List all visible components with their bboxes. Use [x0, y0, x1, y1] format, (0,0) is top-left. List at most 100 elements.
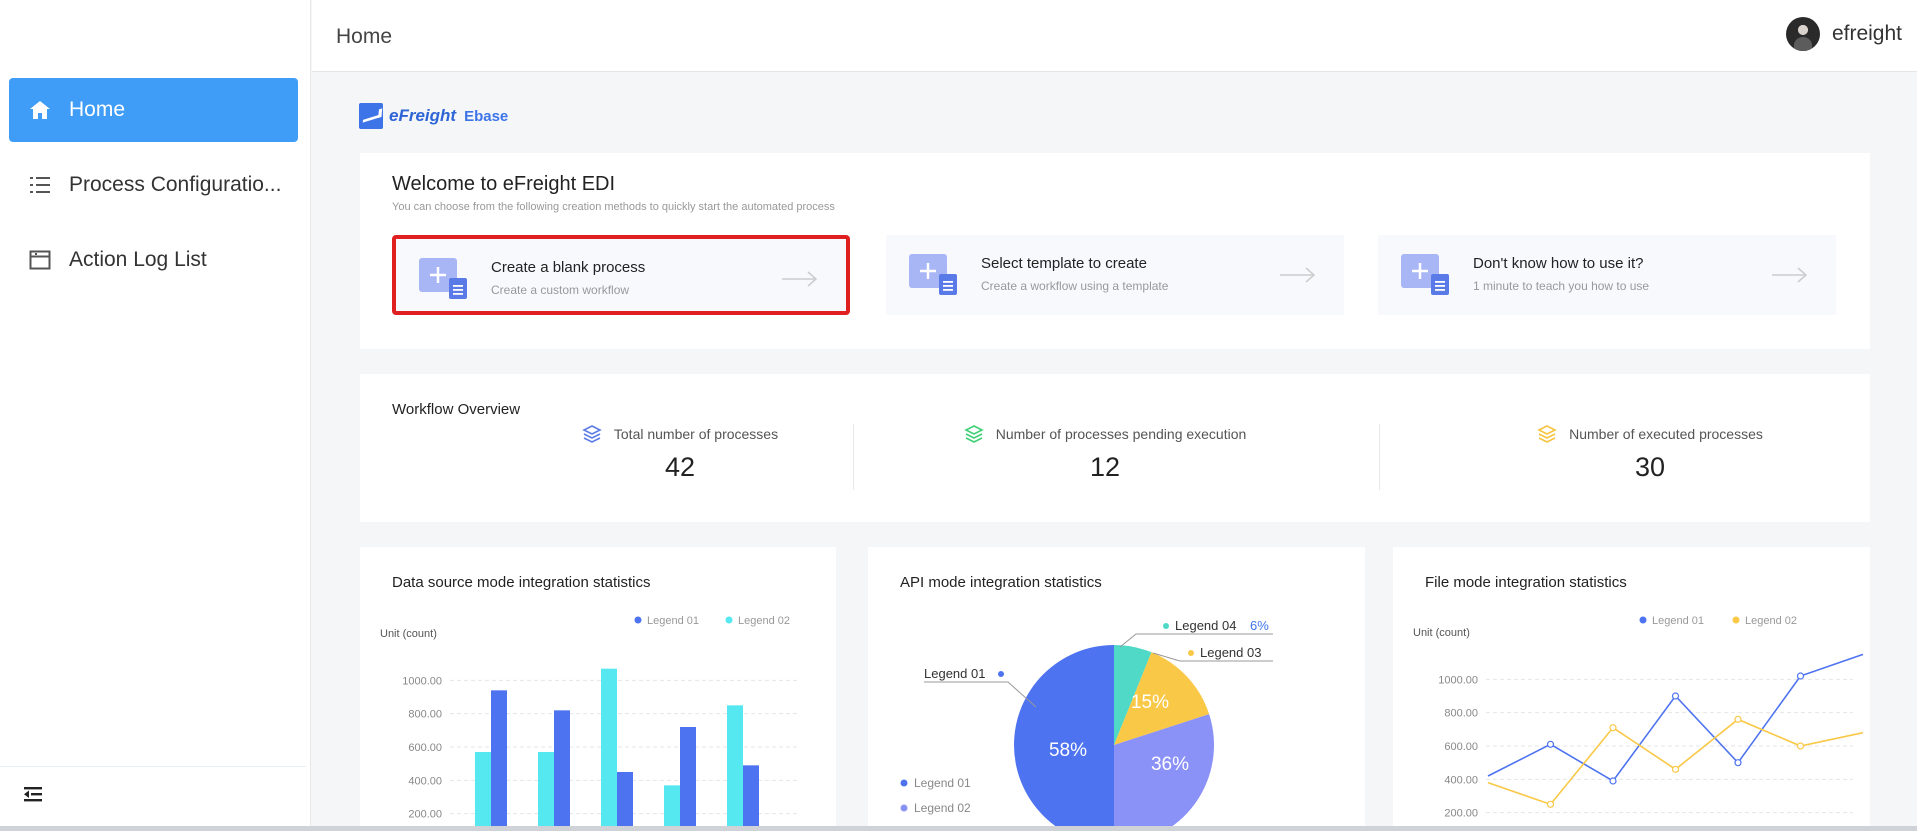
callout-marker — [998, 671, 1004, 677]
arrow-right-icon — [1280, 267, 1316, 283]
bar-chart: Unit (count) 1000.00 800.00 600.00 400.00 200… — [380, 615, 800, 831]
y-tick-label: 400.00 — [408, 775, 442, 787]
bar-legend-02 — [475, 752, 491, 831]
option-subtitle: 1 minute to teach you how to use — [1473, 279, 1650, 293]
line-point — [1734, 715, 1742, 723]
app-root: Home Process Configuratio... Action Log … — [0, 0, 1917, 831]
brand-name: eFreight — [389, 106, 457, 125]
pie-slice — [1014, 645, 1114, 831]
stat-divider — [1379, 424, 1380, 490]
file-mode-chart-card: File mode integration statistics Unit (c… — [1393, 547, 1870, 831]
workflow-overview-card: Workflow Overview Total number of proces… — [360, 374, 1870, 522]
list-icon — [28, 173, 52, 197]
stat-divider — [853, 424, 854, 490]
stat-label: Total number of processes — [613, 426, 779, 442]
sidebar-item-action-log-list[interactable]: Action Log List — [9, 228, 298, 292]
data-source-chart-card: Data source mode integration statistics … — [360, 547, 836, 831]
welcome-card: Welcome to eFreight EDI You can choose f… — [360, 153, 1870, 349]
legend-marker — [1639, 616, 1647, 624]
line-point — [1609, 724, 1617, 732]
stat-executed-processes: Number of executed processes 30 — [1500, 424, 1800, 498]
home-icon — [28, 98, 52, 122]
legend-marker — [634, 616, 642, 624]
layers-icon — [582, 425, 602, 443]
option-title: Create a blank process — [491, 259, 646, 276]
brand-product: Ebase — [464, 107, 509, 125]
y-tick-label: 400.00 — [1444, 774, 1478, 786]
arrow-right-icon — [782, 271, 818, 287]
legend-marker — [900, 804, 908, 812]
bar-legend-02 — [538, 752, 554, 831]
bar-legend-02 — [664, 785, 680, 831]
stat-total-processes: Total number of processes 42 — [530, 424, 830, 498]
stat-pending-processes: Number of processes pending execution 12 — [945, 424, 1265, 498]
api-chart-card: API mode integration statistics 58% 36% 15… — [868, 547, 1365, 831]
y-tick-label: 600.00 — [1444, 741, 1478, 753]
option-subtitle: Create a workflow using a template — [981, 279, 1169, 293]
collapse-menu-icon[interactable] — [22, 783, 44, 805]
legend-label: Legend 02 — [1745, 615, 1797, 627]
window-bottom-edge — [0, 826, 1917, 831]
line-point — [1796, 672, 1805, 680]
username[interactable]: efreight — [1832, 22, 1902, 46]
callout-label: Legend 01 — [924, 666, 985, 681]
bar-legend-01 — [491, 690, 507, 831]
line-point — [1671, 765, 1680, 773]
overview-title: Workflow Overview — [392, 401, 521, 418]
select-template-option[interactable]: Select template to create Create a workf… — [886, 235, 1344, 315]
bar-legend-01 — [743, 765, 759, 831]
window-icon — [28, 248, 52, 272]
add-document-icon — [419, 258, 467, 299]
y-tick-label: 200.00 — [408, 809, 442, 821]
top-header: Home efreight — [312, 0, 1917, 72]
y-axis-label: Unit (count) — [380, 628, 437, 640]
bar-legend-01 — [680, 727, 696, 831]
create-blank-process-option[interactable]: Create a blank process Create a custom w… — [392, 235, 850, 315]
line-legend-01 — [1487, 653, 1864, 783]
line-point — [1796, 742, 1805, 750]
add-document-icon — [909, 254, 957, 295]
arrow-right-icon — [1772, 267, 1808, 283]
pie-slice-label: 15% — [1131, 692, 1169, 713]
bar-legend-01 — [617, 772, 633, 831]
y-tick-label: 1000.00 — [402, 675, 442, 687]
y-axis-label: Unit (count) — [1413, 627, 1470, 639]
y-tick-label: 800.00 — [408, 709, 442, 721]
pie-slice-label: 36% — [1151, 754, 1189, 775]
sidebar-item-home[interactable]: Home — [9, 78, 298, 142]
callout-line — [924, 681, 1037, 708]
stat-value: 42 — [664, 452, 696, 482]
sidebar-item-process-configuration[interactable]: Process Configuratio... — [9, 153, 298, 217]
option-subtitle: Create a custom workflow — [491, 283, 630, 297]
legend-label: Legend 01 — [914, 776, 971, 790]
bar-legend-02 — [601, 668, 617, 831]
welcome-subtitle: You can choose from the following creati… — [392, 201, 835, 213]
breadcrumb[interactable]: Home — [336, 25, 392, 49]
y-tick-label: 200.00 — [1444, 808, 1478, 820]
legend-label: Legend 02 — [914, 801, 971, 815]
callout-label: Legend 03 — [1200, 645, 1261, 660]
legend-label: Legend 01 — [647, 615, 699, 627]
legend-marker — [1732, 616, 1740, 624]
legend-marker — [900, 779, 908, 787]
main-content: eFreight Ebase Welcome to eFreight EDI Y… — [312, 73, 1917, 831]
stat-label: Number of processes pending execution — [995, 426, 1247, 442]
layers-icon — [1537, 425, 1557, 443]
legend-label: Legend 01 — [1652, 615, 1704, 627]
callout-value: 6% — [1250, 618, 1269, 633]
line-legend-02 — [1487, 718, 1864, 806]
y-tick-label: 1000.00 — [1438, 674, 1478, 686]
user-menu[interactable]: efreight — [1785, 17, 1902, 51]
option-title: Select template to create — [981, 255, 1147, 272]
bar-legend-01 — [554, 710, 570, 831]
stat-value: 12 — [1089, 452, 1121, 482]
callout-marker — [1163, 623, 1169, 629]
brand-logo: eFreight Ebase — [359, 103, 508, 129]
help-tutorial-option[interactable]: Don't know how to use it? 1 minute to te… — [1378, 235, 1836, 315]
stat-label: Number of executed processes — [1569, 426, 1763, 442]
avatar[interactable] — [1785, 17, 1820, 51]
bar-legend-02 — [727, 705, 743, 831]
pie-slice-label: 58% — [1049, 740, 1087, 761]
sidebar-divider — [0, 766, 306, 767]
line-chart: Unit (count) 1000.00 800.00 600.00 400.00 200… — [1413, 615, 1864, 820]
